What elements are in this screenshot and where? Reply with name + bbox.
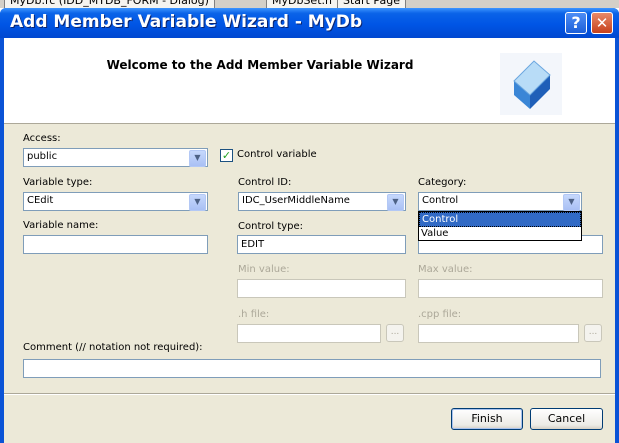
cpp-file-field[interactable] — [418, 324, 579, 343]
variable-name-label: Variable name: — [23, 220, 99, 231]
min-value-label: Min value: — [238, 264, 290, 275]
variable-name-field[interactable] — [23, 235, 208, 254]
comment-field[interactable] — [23, 359, 601, 378]
control-variable-label: Control variable — [237, 149, 317, 160]
variable-type-label: Variable type: — [23, 177, 93, 188]
finish-button[interactable]: Finish — [451, 408, 523, 430]
access-combo[interactable]: public ▼ — [23, 148, 208, 167]
help-button[interactable]: ? — [565, 12, 587, 34]
min-value-field[interactable] — [237, 279, 406, 298]
background-tab[interactable]: Start Page — [337, 0, 406, 8]
comment-label: Comment (// notation not required): — [23, 342, 203, 353]
h-file-browse-button[interactable]: ... — [386, 324, 404, 342]
control-type-label: Control type: — [238, 221, 304, 232]
category-option[interactable]: Value — [419, 227, 581, 240]
chevron-down-icon[interactable]: ▼ — [189, 194, 206, 211]
h-file-field[interactable] — [237, 324, 381, 343]
control-id-value: IDC_UserMiddleName — [242, 195, 350, 206]
control-id-combo[interactable]: IDC_UserMiddleName ▼ — [238, 192, 406, 211]
wizard-cube-icon — [500, 53, 562, 115]
cpp-file-label: .cpp file: — [418, 309, 462, 320]
category-dropdown-list: Control Value — [418, 211, 582, 241]
control-variable-checkbox[interactable]: ✓ — [220, 149, 233, 162]
category-label: Category: — [418, 177, 467, 188]
category-option[interactable]: Control — [419, 212, 581, 227]
chevron-down-icon[interactable]: ▼ — [189, 150, 206, 167]
control-type-field[interactable]: EDIT — [237, 235, 406, 254]
cancel-button[interactable]: Cancel — [530, 408, 603, 430]
access-value: public — [27, 151, 58, 162]
welcome-heading: Welcome to the Add Member Variable Wizar… — [106, 58, 414, 72]
chevron-down-icon[interactable]: ▼ — [563, 194, 580, 211]
background-tab[interactable]: MyDbSet.h — [266, 0, 338, 8]
cpp-file-browse-button[interactable]: ... — [584, 324, 602, 342]
background-tab-strip: MyDb.rc (IDD_MYDB_FORM - Dialog) MyDbSet… — [0, 0, 619, 8]
close-icon: ✕ — [595, 14, 609, 32]
category-value: Control — [422, 195, 459, 206]
checkmark-icon: ✓ — [221, 149, 232, 162]
access-label: Access: — [23, 133, 61, 144]
chevron-down-icon[interactable]: ▼ — [387, 194, 404, 211]
control-id-label: Control ID: — [238, 177, 292, 188]
max-value-label: Max value: — [418, 264, 473, 275]
variable-type-combo[interactable]: CEdit ▼ — [23, 192, 208, 211]
max-value-field[interactable] — [418, 279, 603, 298]
category-combo[interactable]: Control ▼ — [418, 192, 582, 211]
window-title: Add Member Variable Wizard - MyDb — [10, 12, 363, 32]
background-tab[interactable]: MyDb.rc (IDD_MYDB_FORM - Dialog) — [4, 0, 215, 8]
close-button[interactable]: ✕ — [591, 12, 613, 34]
help-icon: ? — [571, 13, 581, 32]
variable-type-value: CEdit — [27, 195, 54, 206]
h-file-label: .h file: — [238, 309, 270, 320]
footer-divider — [4, 393, 615, 395]
